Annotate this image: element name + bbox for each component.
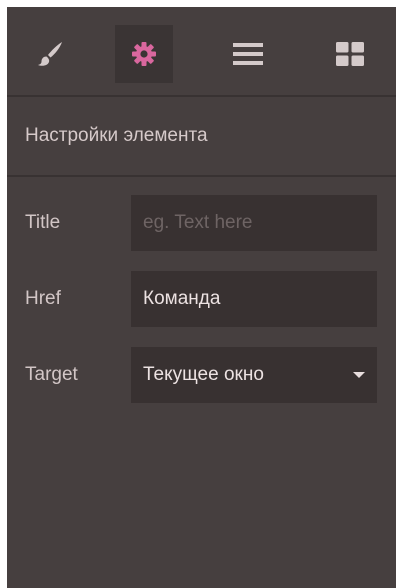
target-row: Target Текущее окно xyxy=(7,347,396,403)
menu-lines-icon xyxy=(233,43,263,65)
title-label: Title xyxy=(25,212,61,233)
panel-toolbar xyxy=(7,7,396,97)
title-row: Title xyxy=(7,195,396,251)
layer-manager-button[interactable] xyxy=(219,25,277,83)
target-select-value: Текущее окно xyxy=(143,364,264,385)
gear-icon xyxy=(132,42,156,66)
title-input[interactable] xyxy=(131,195,377,251)
trait-form: Title Href Target Текущее окно xyxy=(7,177,396,403)
target-select[interactable]: Текущее окно xyxy=(131,347,377,403)
href-row: Href xyxy=(7,271,396,327)
grid-blocks-icon xyxy=(336,42,364,66)
style-manager-button[interactable] xyxy=(21,25,79,83)
paint-brush-icon xyxy=(38,42,62,66)
section-title: Настройки элемента xyxy=(7,97,396,177)
href-input[interactable] xyxy=(131,271,377,327)
blocks-button[interactable] xyxy=(321,25,379,83)
href-label: Href xyxy=(25,288,61,309)
trait-manager-button[interactable] xyxy=(115,25,173,83)
settings-panel: Настройки элемента Title Href Target Тек… xyxy=(7,7,396,588)
target-label: Target xyxy=(25,364,78,385)
chevron-down-icon xyxy=(353,372,365,378)
